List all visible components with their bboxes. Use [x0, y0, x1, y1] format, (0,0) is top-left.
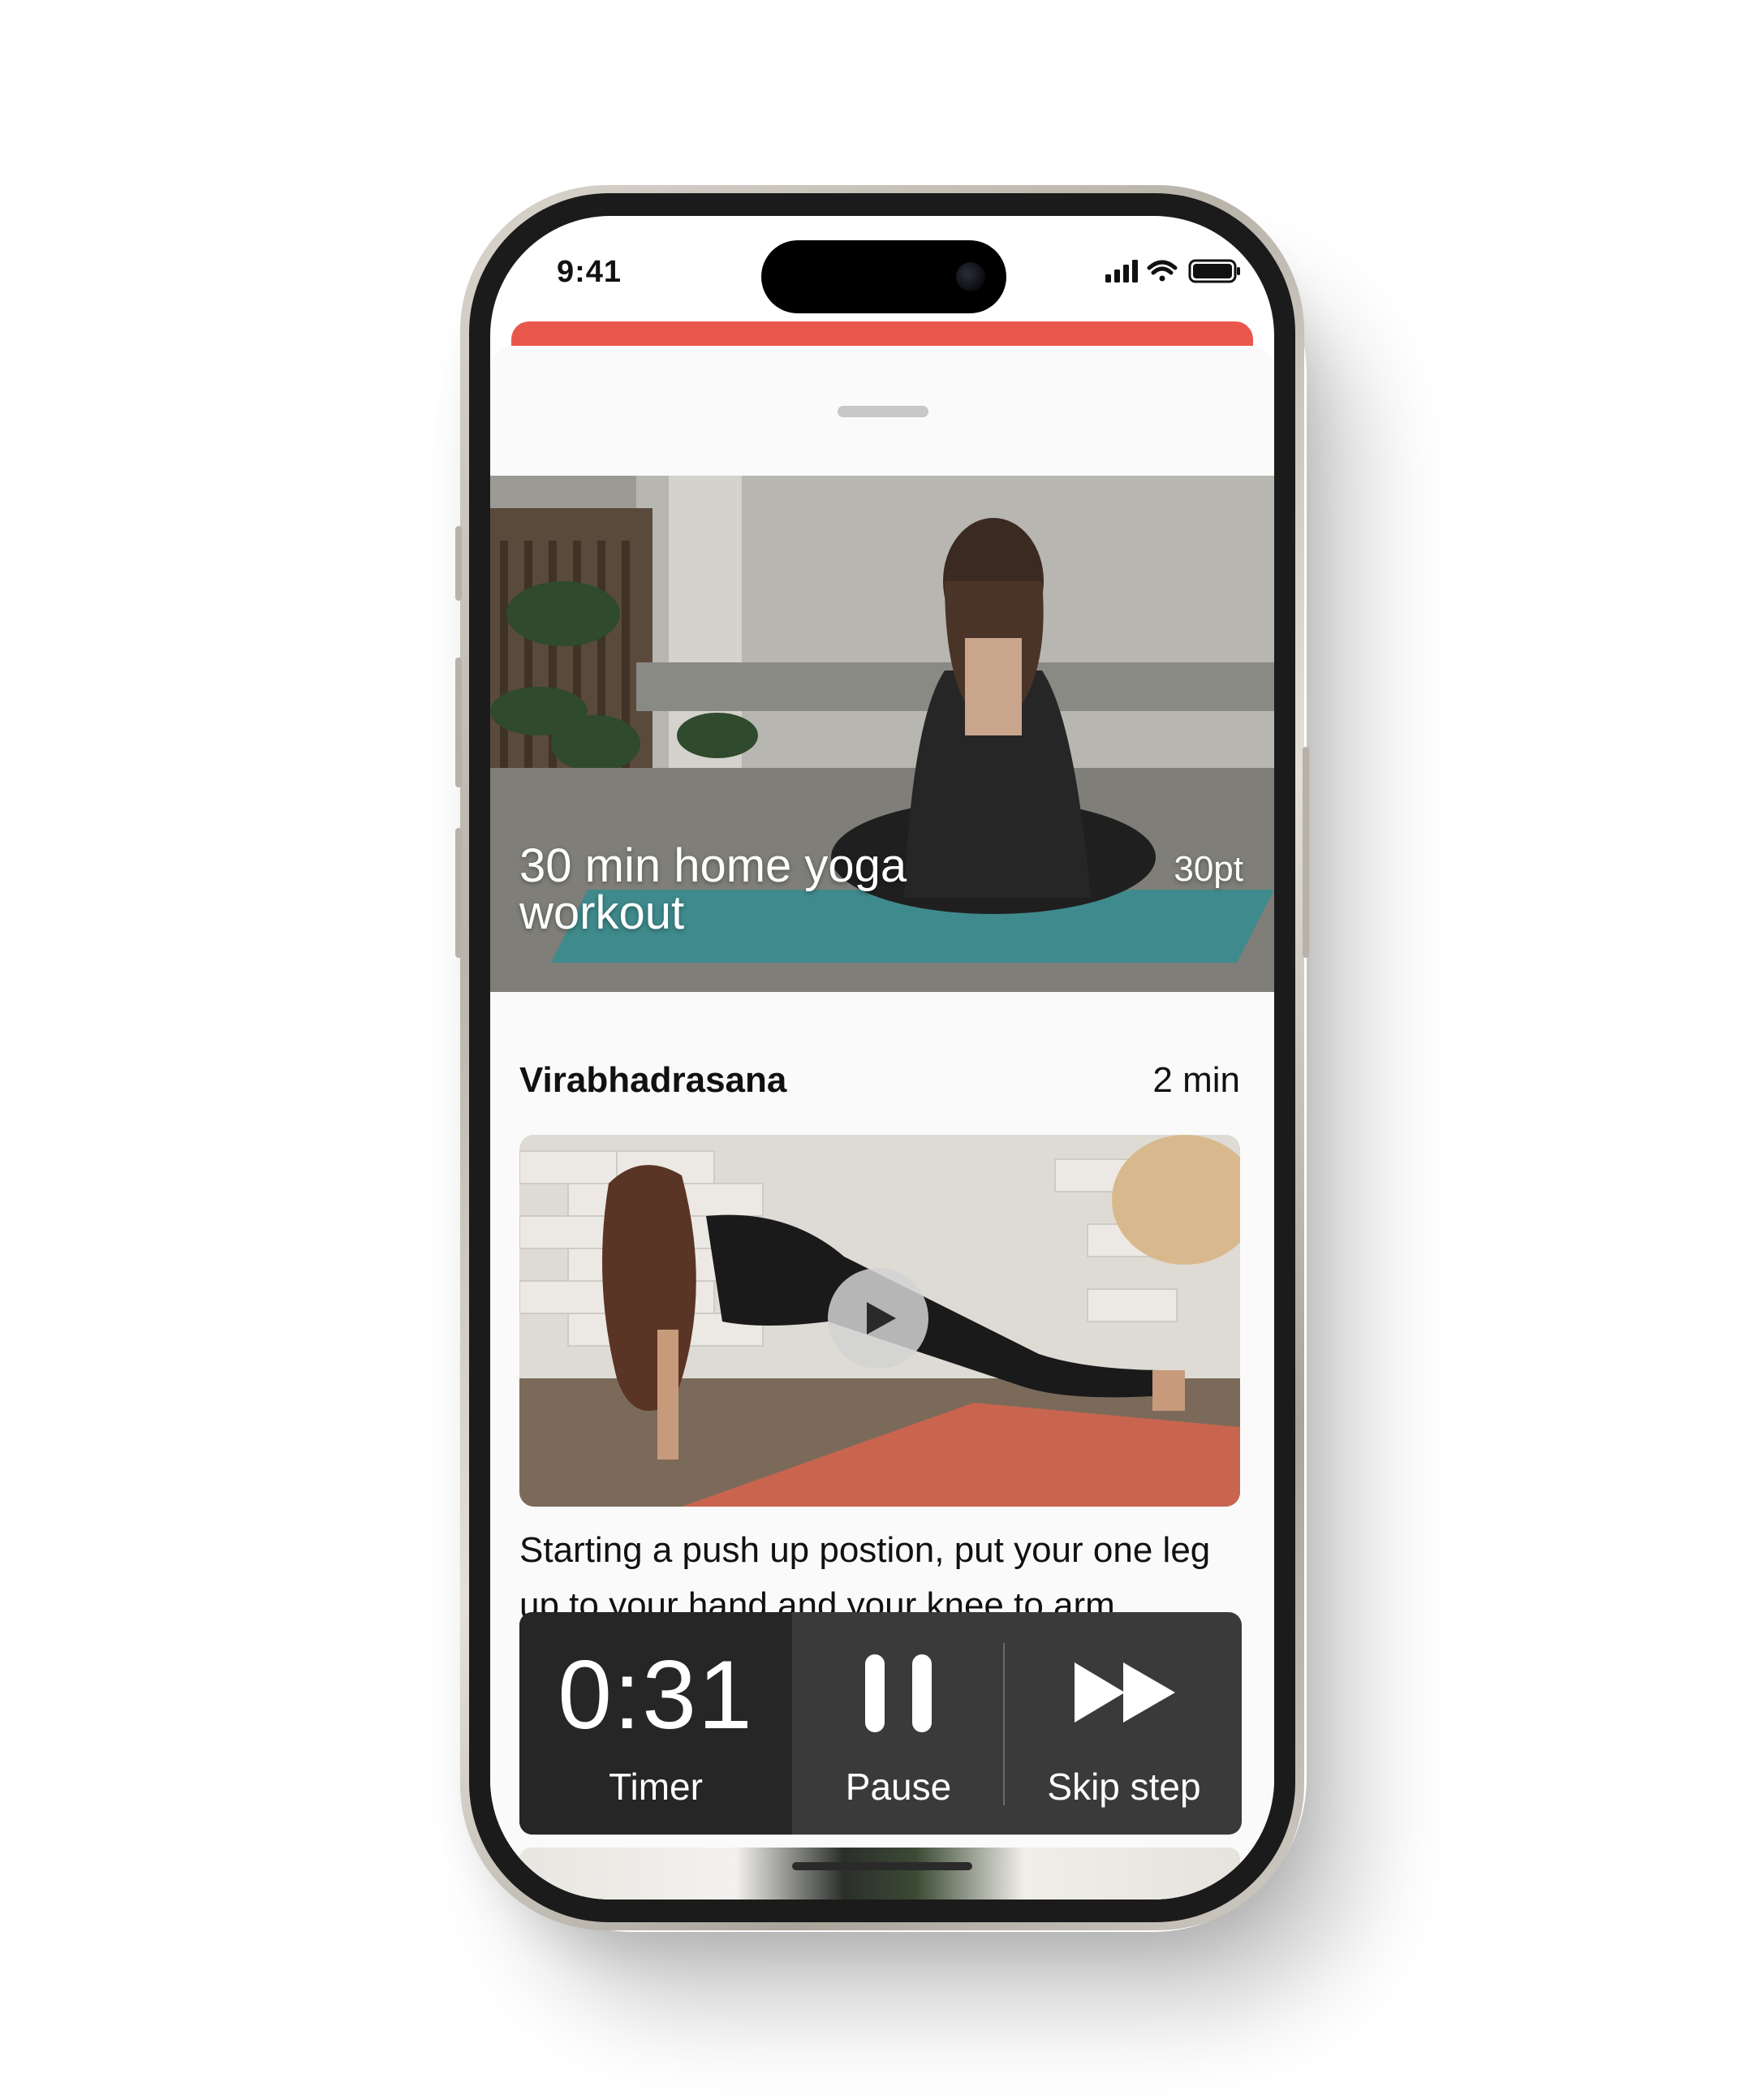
workout-points: 30pt	[1174, 849, 1243, 889]
skip-step-button[interactable]: Skip step	[1006, 1612, 1242, 1835]
timer-panel: 0:31 Timer	[519, 1612, 792, 1835]
workout-controls: 0:31 Timer Pause Skip step	[519, 1612, 1242, 1835]
workout-sheet: 30 min home yoga workout 30pt Virabhadra…	[490, 346, 1274, 1899]
workout-hero-image: 30 min home yoga workout 30pt	[490, 476, 1274, 992]
status-bar: 9:41	[490, 216, 1274, 321]
step-duration: 2 min	[1152, 1060, 1240, 1100]
play-button[interactable]	[828, 1268, 928, 1369]
workout-title: 30 min home yoga workout	[519, 839, 907, 939]
pause-button[interactable]: Pause	[794, 1612, 1003, 1835]
timer-value: 0:31	[558, 1641, 754, 1749]
skip-step-label: Skip step	[1047, 1766, 1201, 1808]
step-video[interactable]	[519, 1135, 1240, 1507]
fast-forward-icon	[1075, 1662, 1175, 1723]
step-name: Virabhadrasana	[519, 1060, 787, 1100]
cellular-signal-icon	[1105, 260, 1138, 282]
wifi-icon	[1147, 260, 1178, 282]
power-button	[1303, 747, 1309, 958]
pause-icon	[865, 1654, 932, 1732]
play-icon	[867, 1302, 896, 1335]
step-header: Virabhadrasana 2 min	[519, 1060, 1240, 1109]
camera-lens	[956, 262, 985, 291]
status-time: 9:41	[557, 255, 622, 289]
action-button	[455, 526, 462, 601]
pause-label: Pause	[845, 1766, 952, 1808]
volume-up-button	[455, 658, 462, 787]
battery-icon	[1188, 259, 1240, 283]
volume-down-button	[455, 828, 462, 958]
next-step-preview[interactable]	[519, 1848, 1240, 1899]
controls-divider	[1003, 1643, 1005, 1805]
home-indicator[interactable]	[792, 1862, 972, 1870]
timer-label: Timer	[609, 1766, 703, 1808]
phone-screen: 9:41 30 min home yoga workout 30pt Virab…	[490, 216, 1274, 1899]
dynamic-island	[761, 240, 1006, 313]
status-icons	[1105, 258, 1243, 284]
sheet-grabber[interactable]	[838, 406, 928, 417]
